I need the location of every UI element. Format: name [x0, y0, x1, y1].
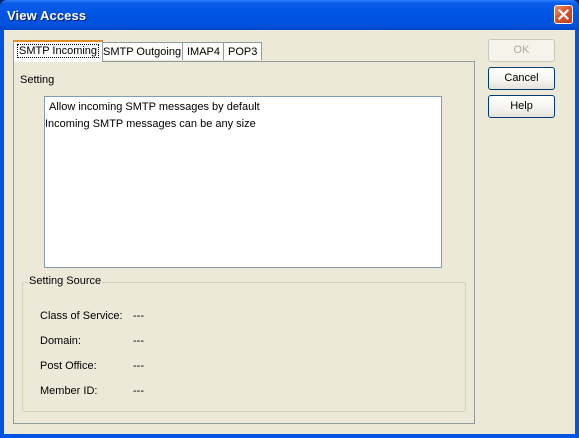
class-of-service-value: ---: [133, 310, 144, 322]
domain-value: ---: [133, 335, 144, 347]
tab-label: IMAP4: [187, 46, 221, 58]
tab-label: SMTP Outgoing: [103, 46, 182, 58]
class-of-service-label: Class of Service:: [40, 310, 123, 322]
tab-panel-smtp-incoming: Setting Allow incoming SMTP messages by …: [13, 61, 475, 424]
dialog-client-area: SMTP Incoming SMTP Outgoing IMAP4 POP3 S…: [4, 30, 575, 434]
post-office-label: Post Office:: [40, 360, 97, 372]
tab-pop3[interactable]: POP3: [223, 42, 263, 60]
tab-label: POP3: [228, 46, 258, 58]
dialog-window: View Access SMTP Incoming SMTP Outgoing …: [0, 0, 579, 438]
ok-button[interactable]: OK: [488, 39, 555, 62]
window-title: View Access: [7, 8, 87, 23]
settings-list[interactable]: Allow incoming SMTP messages by default …: [44, 96, 442, 268]
setting-source-group: Setting Source Class of Service: --- Dom…: [22, 275, 466, 412]
close-button[interactable]: [554, 5, 573, 24]
domain-label: Domain:: [40, 335, 81, 347]
cancel-button[interactable]: Cancel: [488, 67, 555, 90]
setting-label: Setting: [20, 74, 55, 86]
post-office-value: ---: [133, 360, 144, 372]
tab-smtp-outgoing[interactable]: SMTP Outgoing: [98, 42, 187, 60]
close-icon: [558, 9, 569, 20]
tab-label: SMTP Incoming: [16, 44, 100, 58]
member-id-value: ---: [133, 385, 144, 397]
list-item[interactable]: Allow incoming SMTP messages by default: [49, 101, 260, 113]
help-button[interactable]: Help: [488, 95, 555, 118]
list-item[interactable]: Incoming SMTP messages can be any size: [45, 118, 256, 130]
tab-smtp-incoming[interactable]: SMTP Incoming: [13, 40, 104, 62]
tab-imap4[interactable]: IMAP4: [182, 42, 226, 60]
group-title: Setting Source: [28, 275, 103, 287]
title-bar[interactable]: View Access: [0, 0, 579, 30]
member-id-label: Member ID:: [40, 385, 98, 397]
